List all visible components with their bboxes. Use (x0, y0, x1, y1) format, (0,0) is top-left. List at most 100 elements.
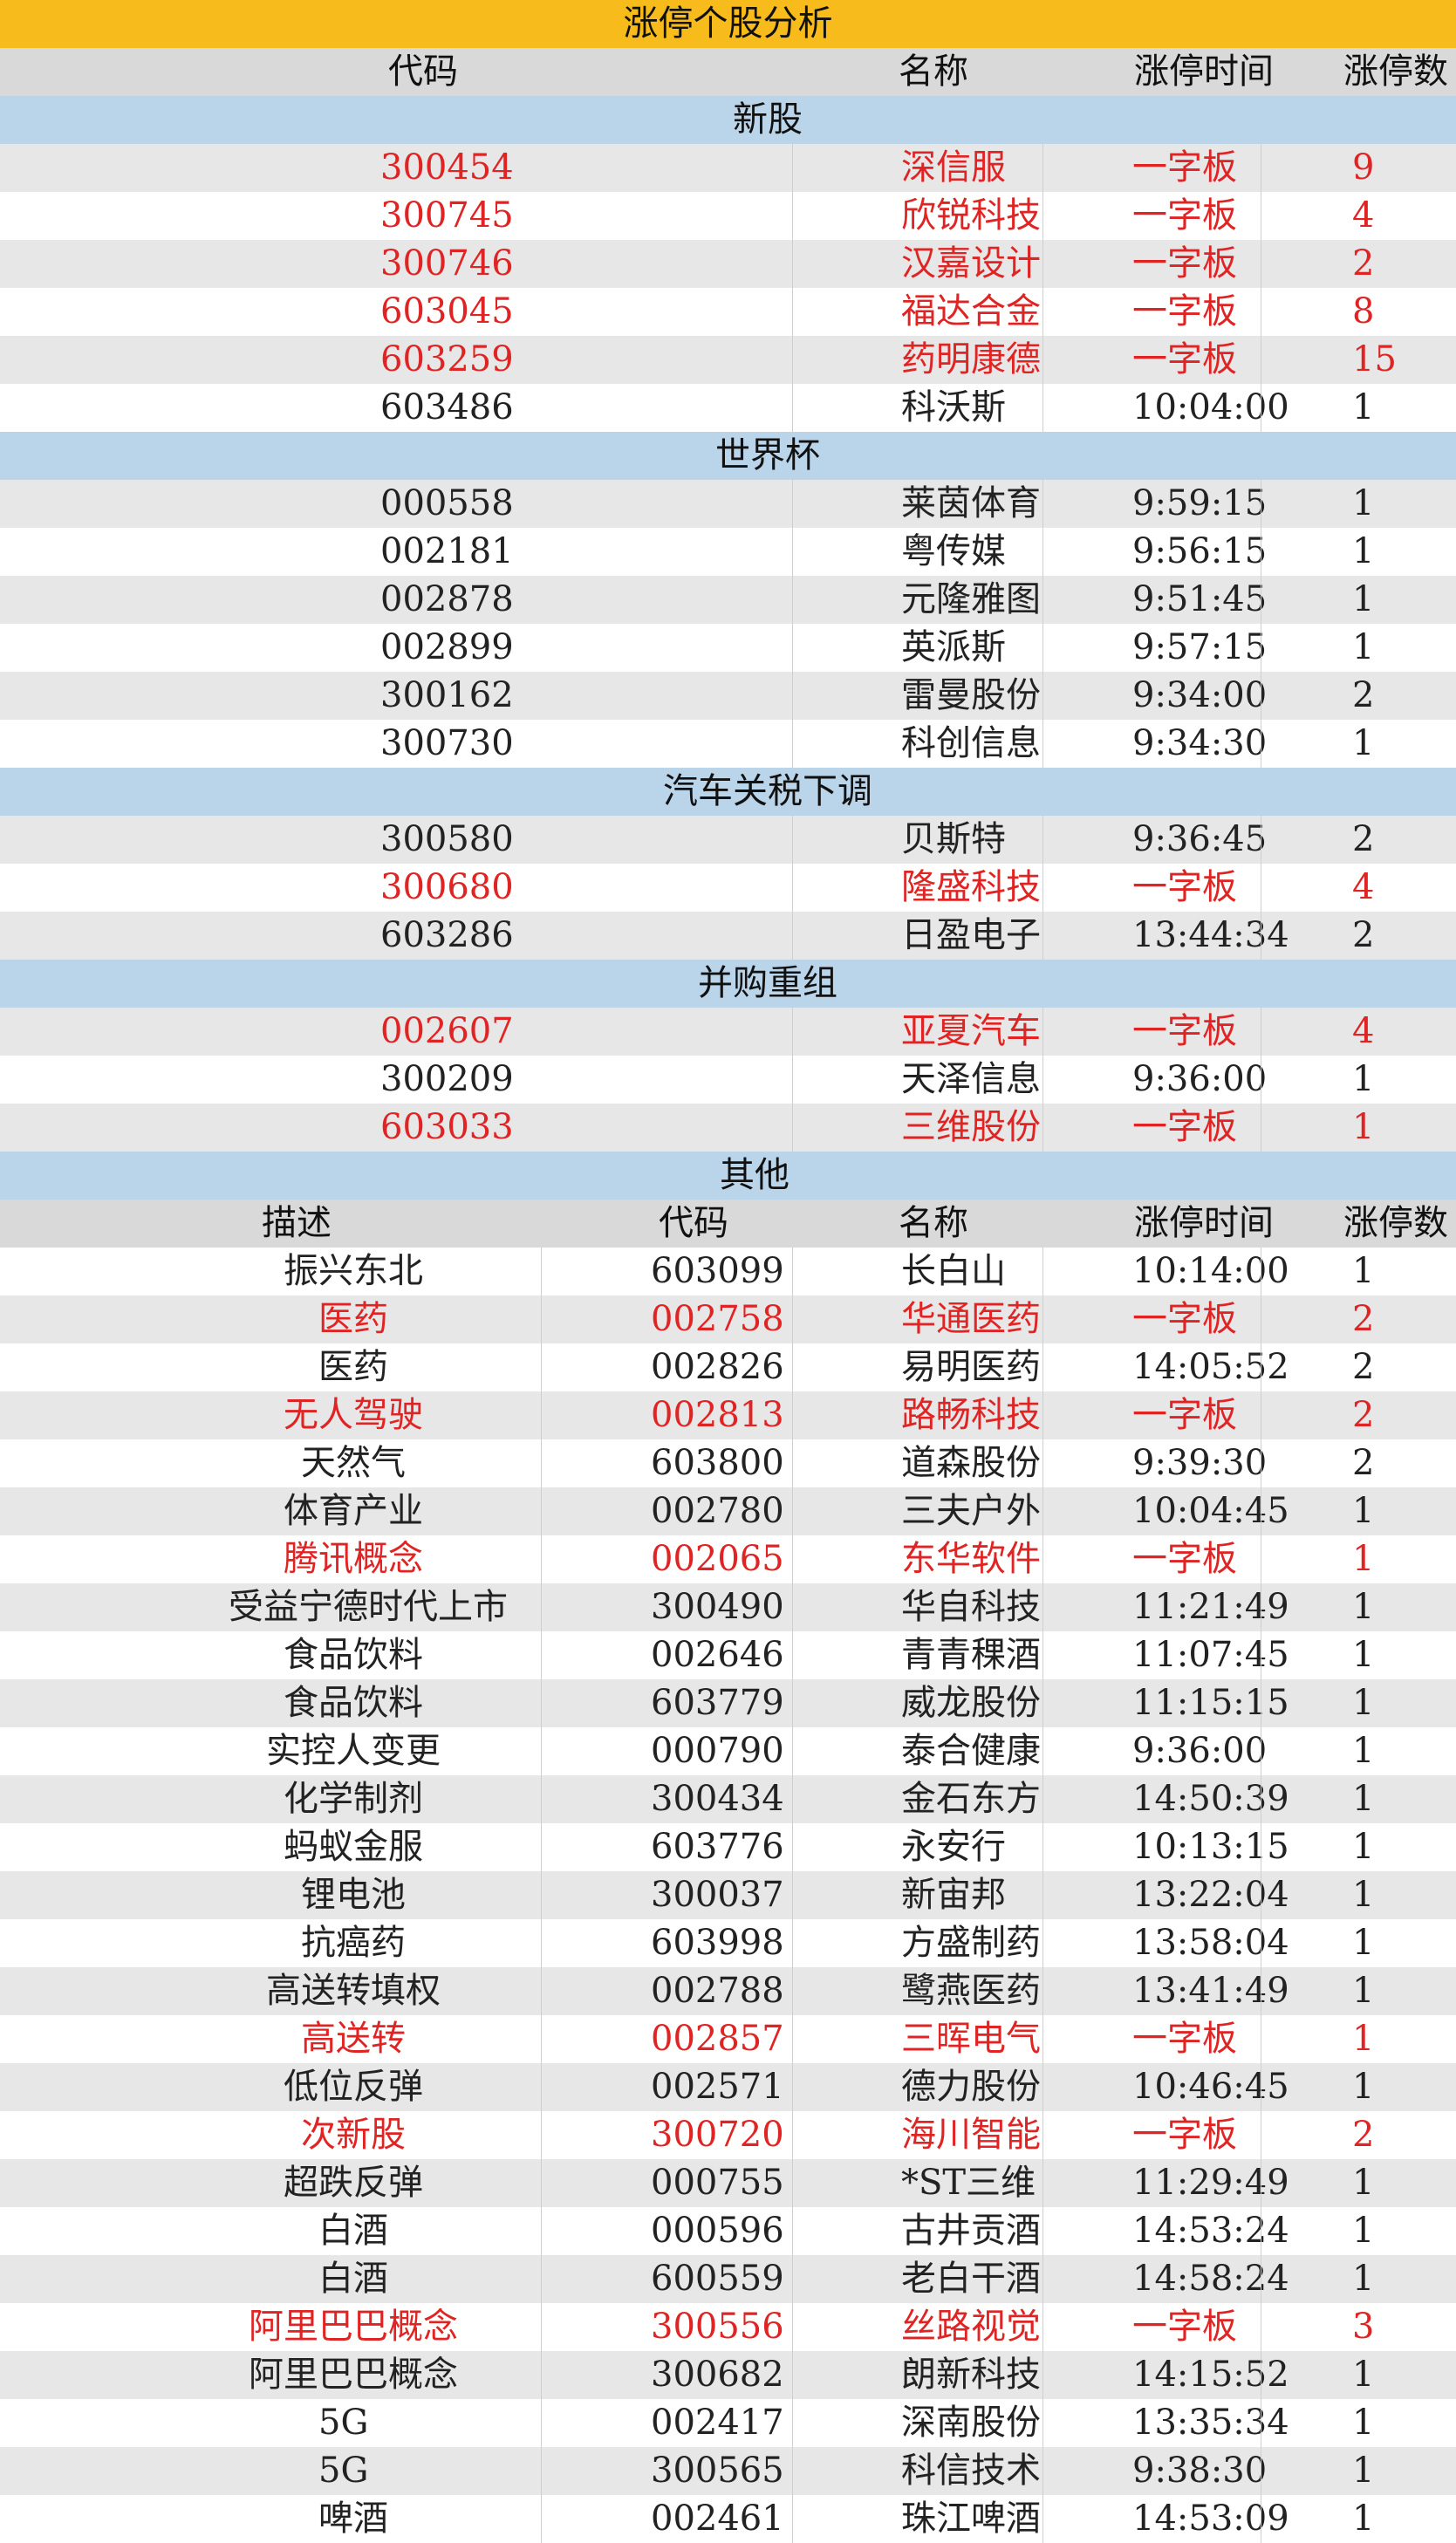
limit-up-time: 10:14:00 (1132, 1251, 1289, 1291)
limit-up-time: 10:13:15 (1132, 1827, 1289, 1867)
limit-up-count: 1 (1352, 627, 1375, 667)
cell-divider (1042, 672, 1043, 720)
cell-divider (1042, 336, 1043, 384)
cell-divider (541, 1439, 542, 1487)
cell-divider (1042, 2111, 1043, 2159)
cell-divider (541, 1535, 542, 1583)
stock-name: 东华软件 (901, 1539, 1041, 1579)
limit-up-time: 14:53:24 (1132, 2211, 1289, 2251)
cell-divider (792, 2303, 793, 2351)
section-title: 并购重组 (698, 963, 837, 1003)
limit-up-count: 1 (1352, 1587, 1375, 1627)
table-row: 白酒 000596 古井贡酒 14:53:24 1 (0, 2207, 1456, 2255)
stock-code: 002826 (651, 1347, 784, 1387)
cell-divider (1042, 1008, 1043, 1056)
limit-up-count: 1 (1352, 2259, 1375, 2299)
stock-name: 英派斯 (901, 627, 1006, 667)
stock-code: 603099 (651, 1251, 784, 1291)
cell-divider (541, 2159, 542, 2207)
stock-code: 002461 (651, 2499, 784, 2539)
stock-code: 002181 (380, 531, 514, 571)
stock-code: 002758 (651, 1299, 784, 1339)
cell-divider (541, 1487, 542, 1535)
stock-name: 隆盛科技 (901, 867, 1041, 907)
cell-divider (792, 2399, 793, 2447)
limit-up-time: 14:58:24 (1132, 2259, 1289, 2299)
stock-code: 603486 (380, 387, 514, 427)
cell-divider (1042, 1391, 1043, 1439)
cell-divider (792, 192, 793, 240)
stock-name: 威龙股份 (901, 1683, 1041, 1723)
table-row: 天然气 603800 道森股份 9:39:30 2 (0, 1439, 1456, 1487)
stock-code: 603776 (651, 1827, 784, 1867)
header-count: 涨停数 (1343, 51, 1448, 92)
cell-divider (792, 1487, 793, 1535)
table-row: 抗癌药 603998 方盛制药 13:58:04 1 (0, 1919, 1456, 1967)
stock-code: 603033 (380, 1107, 514, 1147)
stock-name: 日盈电子 (901, 915, 1041, 955)
limit-up-time: 一字板 (1132, 1011, 1237, 1051)
column-header-row: 代码 名称 涨停时间 涨停数 (0, 48, 1456, 96)
description: 锂电池 (301, 1875, 406, 1915)
cell-divider (792, 2063, 793, 2111)
description: 医药 (318, 1299, 388, 1339)
cell-divider (541, 2495, 542, 2543)
description: 振兴东北 (284, 1251, 423, 1291)
limit-up-time: 一字板 (1132, 1539, 1237, 1579)
section-title: 其他 (720, 1155, 790, 1195)
table-row: 603259 药明康德 一字板 15 (0, 336, 1456, 384)
description: 高送转 (301, 2019, 406, 2059)
limit-up-time: 一字板 (1132, 291, 1237, 332)
cell-divider (541, 2111, 542, 2159)
limit-up-count: 1 (1352, 1107, 1375, 1147)
stock-code: 300209 (380, 1059, 514, 1099)
stock-code: 000558 (380, 483, 514, 523)
table-row: 300746 汉嘉设计 一字板 2 (0, 240, 1456, 288)
header-name: 名称 (899, 1203, 968, 1243)
cell-divider (792, 1295, 793, 1343)
table-row: 5G 002417 深南股份 13:35:34 1 (0, 2399, 1456, 2447)
limit-up-count: 1 (1352, 2451, 1375, 2491)
limit-up-count: 1 (1352, 2019, 1375, 2059)
stock-name: 泰合健康 (901, 1731, 1041, 1771)
description: 无人驾驶 (284, 1395, 423, 1435)
limit-up-time: 11:15:15 (1132, 1683, 1289, 1723)
limit-up-time: 一字板 (1132, 243, 1237, 284)
cell-divider (541, 2063, 542, 2111)
stock-name: 汉嘉设计 (901, 243, 1041, 284)
stock-code: 000596 (651, 2211, 784, 2251)
limit-up-time: 一字板 (1132, 195, 1237, 236)
cell-divider (792, 2447, 793, 2495)
cell-divider (1042, 2351, 1043, 2399)
table-row: 无人驾驶 002813 路畅科技 一字板 2 (0, 1391, 1456, 1439)
cell-divider (792, 2255, 793, 2303)
limit-up-time: 9:38:30 (1132, 2451, 1268, 2491)
limit-up-count: 1 (1352, 2163, 1375, 2203)
stock-code: 300745 (380, 195, 514, 236)
cell-divider (1042, 1343, 1043, 1391)
cell-divider (1042, 2207, 1043, 2255)
limit-up-count: 15 (1352, 339, 1397, 379)
cell-divider (541, 1679, 542, 1727)
stock-code: 000755 (651, 2163, 784, 2203)
limit-up-time: 14:53:09 (1132, 2499, 1289, 2539)
cell-divider (792, 624, 793, 672)
table-row: 300162 雷曼股份 9:34:00 2 (0, 672, 1456, 720)
cell-divider (1042, 1967, 1043, 2015)
table-row: 300209 天泽信息 9:36:00 1 (0, 1056, 1456, 1104)
stock-name: 莱茵体育 (901, 483, 1041, 523)
cell-divider (792, 1631, 793, 1679)
limit-up-count: 3 (1352, 2307, 1375, 2347)
stock-code: 000790 (651, 1731, 784, 1771)
limit-up-time: 9:36:00 (1132, 1059, 1268, 1099)
limit-up-count: 1 (1352, 1491, 1375, 1531)
cell-divider (1042, 240, 1043, 288)
description: 低位反弹 (284, 2067, 423, 2107)
cell-divider (792, 384, 793, 432)
cell-divider (1042, 576, 1043, 624)
cell-divider (792, 480, 793, 528)
cell-divider (1042, 1295, 1043, 1343)
stock-code: 600559 (651, 2259, 784, 2299)
limit-up-time: 一字板 (1132, 1395, 1237, 1435)
limit-up-time: 9:39:30 (1132, 1443, 1268, 1483)
